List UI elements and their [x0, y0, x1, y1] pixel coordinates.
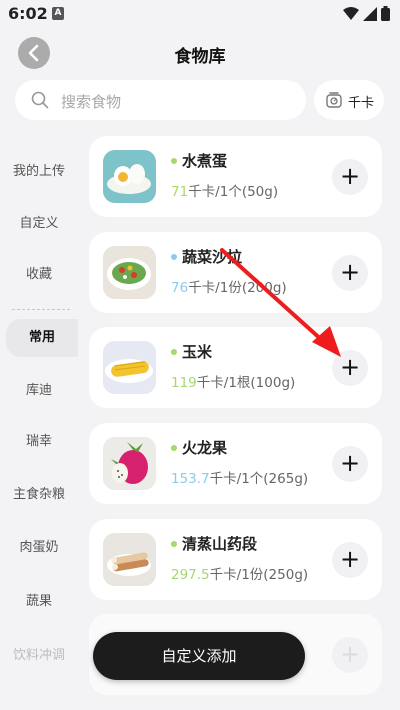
add-food-button[interactable]: +: [332, 637, 368, 673]
food-card[interactable]: 清蒸山药段 297.5千卡/1份(250g) +: [89, 519, 382, 600]
scale-icon: [326, 92, 342, 108]
wifi-icon: [343, 6, 359, 20]
sidebar-item-favorites[interactable]: 收藏: [0, 260, 78, 290]
add-food-button[interactable]: +: [332, 446, 368, 482]
unit-toggle-button[interactable]: 千卡: [314, 80, 384, 120]
calorie-unit: 千卡/1根(100g): [196, 375, 296, 391]
food-name: 火龙果: [182, 439, 228, 457]
sidebar-item-meat-egg-dairy[interactable]: 肉蛋奶: [0, 533, 78, 563]
boiled-egg-icon: [103, 150, 156, 203]
calorie-value: 119: [171, 375, 197, 391]
unit-toggle-label: 千卡: [348, 96, 375, 111]
calorie-unit: 千卡/1个(50g): [188, 184, 279, 200]
food-name: 水煮蛋: [182, 152, 228, 170]
category-sidebar: 我的上传 自定义 收藏 常用 库迪 瑞幸 主食杂粮 肉蛋奶 蔬果 饮料冲调: [0, 135, 78, 710]
search-placeholder: 搜索食物: [61, 93, 122, 111]
status-time: 6:02: [8, 4, 48, 23]
calorie-unit: 千卡/1个(265g): [209, 471, 309, 487]
sidebar-item-luckin[interactable]: 瑞幸: [0, 427, 78, 457]
sidebar-divider: [12, 309, 70, 310]
sidebar-item-cotti[interactable]: 库迪: [0, 376, 78, 406]
food-calories: 153.7千卡/1个(265g): [171, 467, 308, 487]
calorie-unit: 千卡/1份(250g): [209, 567, 309, 583]
add-food-button[interactable]: +: [332, 255, 368, 291]
search-icon: [31, 91, 49, 109]
sidebar-item-common[interactable]: 常用: [6, 319, 78, 357]
corn-icon: [103, 341, 156, 394]
notification-app-icon: A: [52, 7, 64, 20]
sidebar-item-staples[interactable]: 主食杂粮: [0, 480, 78, 510]
page-title: 食物库: [174, 47, 226, 67]
add-food-button[interactable]: +: [332, 542, 368, 578]
status-icons: [343, 6, 390, 21]
food-calories: 119千卡/1根(100g): [171, 371, 295, 391]
status-dot: [171, 445, 177, 451]
status-dot: [171, 158, 177, 164]
salad-icon: [103, 246, 156, 299]
calorie-value: 71: [171, 184, 189, 200]
custom-add-button[interactable]: 自定义添加: [93, 632, 305, 680]
signal-icon: [363, 6, 377, 21]
food-calories: 76千卡/1份(200g): [171, 276, 287, 296]
top-bar: 食物库: [0, 34, 400, 74]
search-input[interactable]: 搜索食物: [15, 80, 306, 120]
status-dot: [171, 254, 177, 260]
sidebar-item-custom[interactable]: 自定义: [0, 209, 78, 239]
calorie-unit: 千卡/1份(200g): [188, 280, 287, 296]
calorie-value: 76: [171, 280, 189, 296]
sidebar-item-my-uploads[interactable]: 我的上传: [0, 157, 78, 187]
calorie-value: 153.7: [171, 471, 210, 487]
battery-icon: [381, 6, 390, 21]
food-name: 玉米: [182, 343, 213, 361]
sidebar-item-fruits-veg[interactable]: 蔬果: [0, 587, 78, 617]
dragon-fruit-icon: [103, 437, 156, 490]
food-name: 清蒸山药段: [182, 535, 258, 553]
food-calories: 71千卡/1个(50g): [171, 180, 278, 200]
food-card[interactable]: 蔬菜沙拉 76千卡/1份(200g) +: [89, 232, 382, 313]
status-dot: [171, 349, 177, 355]
food-card[interactable]: 火龙果 153.7千卡/1个(265g) +: [89, 423, 382, 504]
add-food-button[interactable]: +: [332, 350, 368, 386]
food-name: 蔬菜沙拉: [182, 248, 243, 266]
add-food-button[interactable]: +: [332, 159, 368, 195]
food-calories: 297.5千卡/1份(250g): [171, 563, 308, 583]
food-card[interactable]: 水煮蛋 71千卡/1个(50g) +: [89, 136, 382, 217]
status-dot: [171, 541, 177, 547]
status-bar: 6:02 A: [0, 0, 400, 28]
food-card[interactable]: 玉米 119千卡/1根(100g) +: [89, 327, 382, 408]
calorie-value: 297.5: [171, 567, 210, 583]
yam-icon: [103, 533, 156, 586]
sidebar-item-drinks[interactable]: 饮料冲调: [0, 641, 78, 671]
